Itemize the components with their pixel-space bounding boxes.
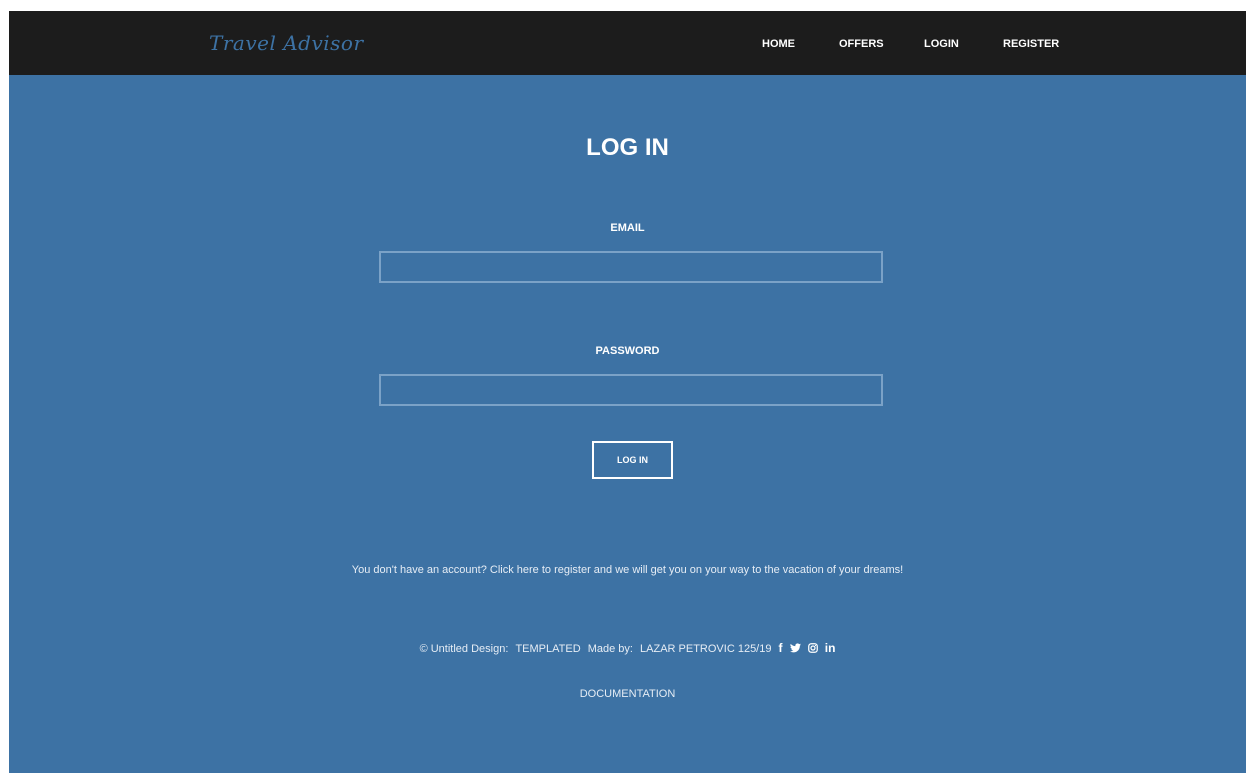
linkedin-icon[interactable]: in bbox=[825, 641, 836, 655]
copyright-text: © Untitled Design: bbox=[419, 643, 509, 655]
footer-credits: © Untitled Design: TEMPLATED Made by: LA… bbox=[9, 641, 1246, 655]
site-logo[interactable]: Travel Advisor bbox=[209, 31, 364, 55]
main-content: LOG IN EMAIL PASSWORD LOG IN You don't h… bbox=[9, 75, 1246, 773]
nav-login[interactable]: LOGIN bbox=[924, 38, 959, 50]
login-button[interactable]: LOG IN bbox=[592, 441, 673, 479]
page-frame: Travel Advisor HOME OFFERS LOGIN REGISTE… bbox=[9, 11, 1246, 773]
page-title: LOG IN bbox=[586, 134, 669, 161]
register-link[interactable]: You don't have an account? Click here to… bbox=[9, 564, 1246, 576]
twitter-icon[interactable] bbox=[789, 641, 801, 655]
made-by-label: Made by: bbox=[587, 643, 633, 655]
password-field[interactable] bbox=[379, 374, 883, 406]
email-label: EMAIL bbox=[610, 222, 645, 234]
nav-home[interactable]: HOME bbox=[762, 38, 795, 50]
header-bar: Travel Advisor HOME OFFERS LOGIN REGISTE… bbox=[9, 11, 1246, 75]
author-name: LAZAR PETROVIC 125/19 bbox=[640, 643, 772, 655]
documentation-link[interactable]: DOCUMENTATION bbox=[9, 688, 1246, 700]
design-credit-link[interactable]: TEMPLATED bbox=[515, 643, 580, 655]
email-field[interactable] bbox=[379, 251, 883, 283]
facebook-icon[interactable]: f bbox=[779, 641, 783, 655]
nav-offers[interactable]: OFFERS bbox=[839, 38, 884, 50]
nav-register[interactable]: REGISTER bbox=[1003, 38, 1059, 50]
instagram-icon[interactable] bbox=[807, 641, 818, 655]
password-label: PASSWORD bbox=[595, 345, 660, 357]
